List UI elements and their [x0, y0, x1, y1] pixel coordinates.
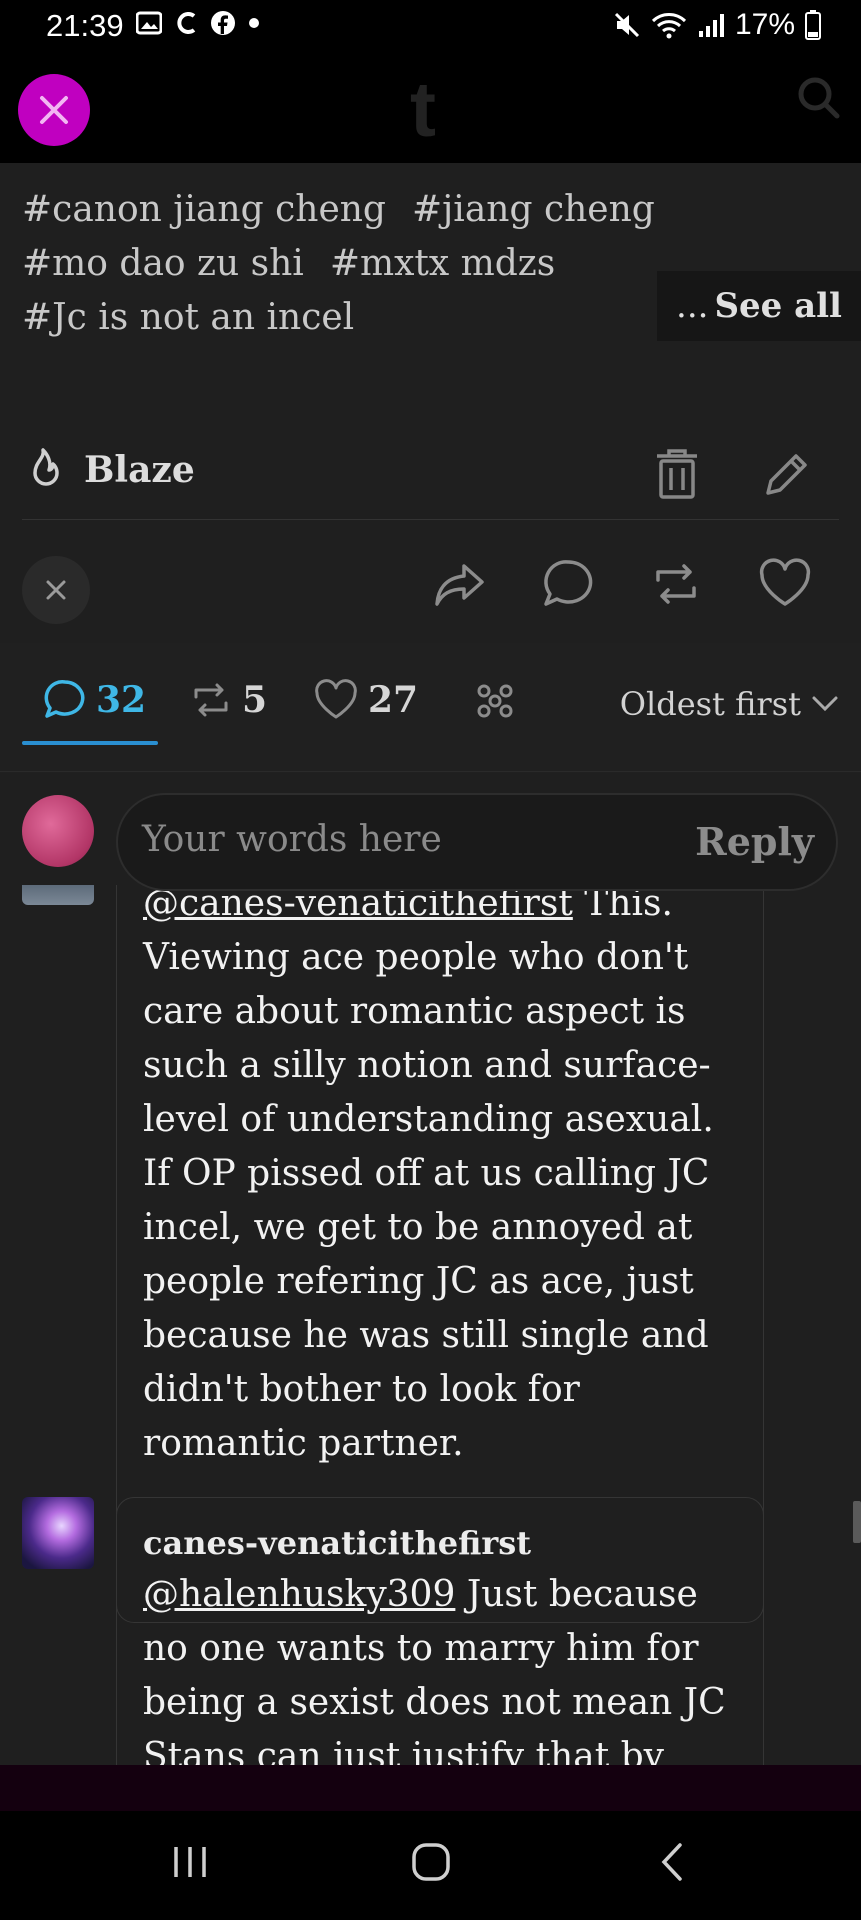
delete-icon[interactable] — [655, 449, 699, 499]
signal-icon — [698, 14, 724, 37]
home-icon[interactable] — [410, 1839, 452, 1885]
like-icon[interactable] — [758, 558, 812, 610]
dismiss-button[interactable] — [22, 556, 90, 624]
post-owner-actions: Blaze — [0, 423, 861, 523]
back-icon[interactable] — [656, 1839, 686, 1885]
tab-reblogs[interactable]: 5 — [190, 679, 267, 721]
battery-percentage: 17% — [734, 8, 795, 41]
mention-link[interactable]: @halenhusky309 — [143, 1574, 455, 1615]
dot-icon — [249, 18, 259, 28]
sort-label: Oldest first — [619, 685, 801, 723]
wifi-icon — [651, 13, 686, 39]
tag-link[interactable]: #mo dao zu shi — [22, 243, 304, 284]
sort-dropdown[interactable]: Oldest first — [620, 685, 839, 723]
comments-count: 32 — [96, 679, 147, 721]
tab-likes[interactable]: 27 — [314, 679, 418, 721]
blaze-button[interactable]: Blaze — [22, 447, 195, 493]
comment-card: canes-venaticithefirst @halenhusky309 Ju… — [116, 1497, 764, 1765]
avatar[interactable] — [22, 795, 94, 867]
top-app-bar: t — [0, 56, 861, 163]
like-icon — [315, 679, 357, 719]
tab-community[interactable] — [474, 679, 518, 723]
comment-body: This. Viewing ace people who don't care … — [143, 883, 714, 1464]
blaze-label: Blaze — [84, 449, 195, 491]
tag-link[interactable]: #canon jiang cheng — [22, 189, 386, 230]
notification-icons — [136, 10, 260, 36]
active-tab-indicator — [22, 741, 158, 745]
bottom-strip — [0, 1765, 861, 1811]
post-action-bar — [0, 538, 861, 648]
reblog-icon — [194, 683, 228, 717]
reblog-icon[interactable] — [650, 558, 702, 610]
divider — [0, 771, 861, 772]
close-icon — [46, 580, 66, 600]
comment-icon[interactable] — [542, 558, 594, 610]
search-icon[interactable] — [797, 76, 841, 120]
close-icon — [40, 96, 68, 124]
tag-link[interactable]: #mxtx mdzs — [330, 243, 555, 284]
gallery-icon — [136, 11, 162, 35]
reply-composer: Your words here Reply — [0, 775, 861, 891]
reblogs-count: 5 — [242, 679, 268, 721]
edit-icon[interactable] — [762, 449, 812, 499]
tag-line: #canon jiang cheng #jiang cheng — [22, 183, 681, 237]
mute-icon — [614, 12, 640, 38]
chevron-down-icon — [812, 696, 838, 712]
reply-placeholder: Your words here — [142, 819, 442, 860]
see-all-tags-button[interactable]: ... See all — [657, 271, 861, 341]
battery-icon — [805, 10, 821, 40]
system-icons: 17% — [613, 8, 821, 42]
close-button[interactable] — [18, 74, 90, 146]
tag-line: #Jc is not an incel — [22, 291, 681, 345]
facebook-icon — [211, 11, 235, 35]
flame-icon — [33, 448, 59, 486]
avatar[interactable] — [22, 1497, 94, 1569]
status-bar: 21:39 17% — [0, 0, 861, 56]
comment-icon — [44, 680, 85, 718]
see-all-label: See all — [714, 286, 842, 326]
c-app-icon — [177, 12, 196, 34]
likes-count: 27 — [368, 679, 419, 721]
divider — [22, 519, 839, 520]
comment-text: @canes-venaticithefirst This. Viewing ac… — [143, 877, 737, 1471]
status-time: 21:39 — [46, 8, 124, 43]
comment-username[interactable]: canes-venaticithefirst — [143, 1524, 737, 1562]
post-detail: #canon jiang cheng #jiang cheng #mo dao z… — [0, 163, 861, 1765]
reply-input[interactable]: Your words here Reply — [116, 793, 838, 891]
reply-button[interactable]: Reply — [695, 819, 814, 864]
comment-text: @halenhusky309 Just because no one wants… — [143, 1568, 737, 1765]
community-icon — [477, 684, 513, 718]
tag-link[interactable]: #jiang cheng — [412, 189, 655, 230]
tag-link[interactable]: #Jc is not an incel — [22, 297, 354, 338]
system-navigation-bar — [0, 1811, 861, 1920]
notes-tabs: 32 5 27 Oldest first — [0, 643, 861, 773]
share-icon[interactable] — [434, 558, 486, 610]
tumblr-logo[interactable]: t — [410, 64, 436, 155]
recent-apps-icon[interactable] — [170, 1839, 210, 1885]
tab-comments[interactable]: 32 — [44, 679, 146, 721]
scrollbar-thumb[interactable] — [853, 1501, 861, 1543]
tag-list: #canon jiang cheng #jiang cheng #mo dao z… — [22, 183, 681, 345]
tag-line: #mo dao zu shi #mxtx mdzs — [22, 237, 681, 291]
ellipsis-text: ... — [676, 286, 709, 326]
